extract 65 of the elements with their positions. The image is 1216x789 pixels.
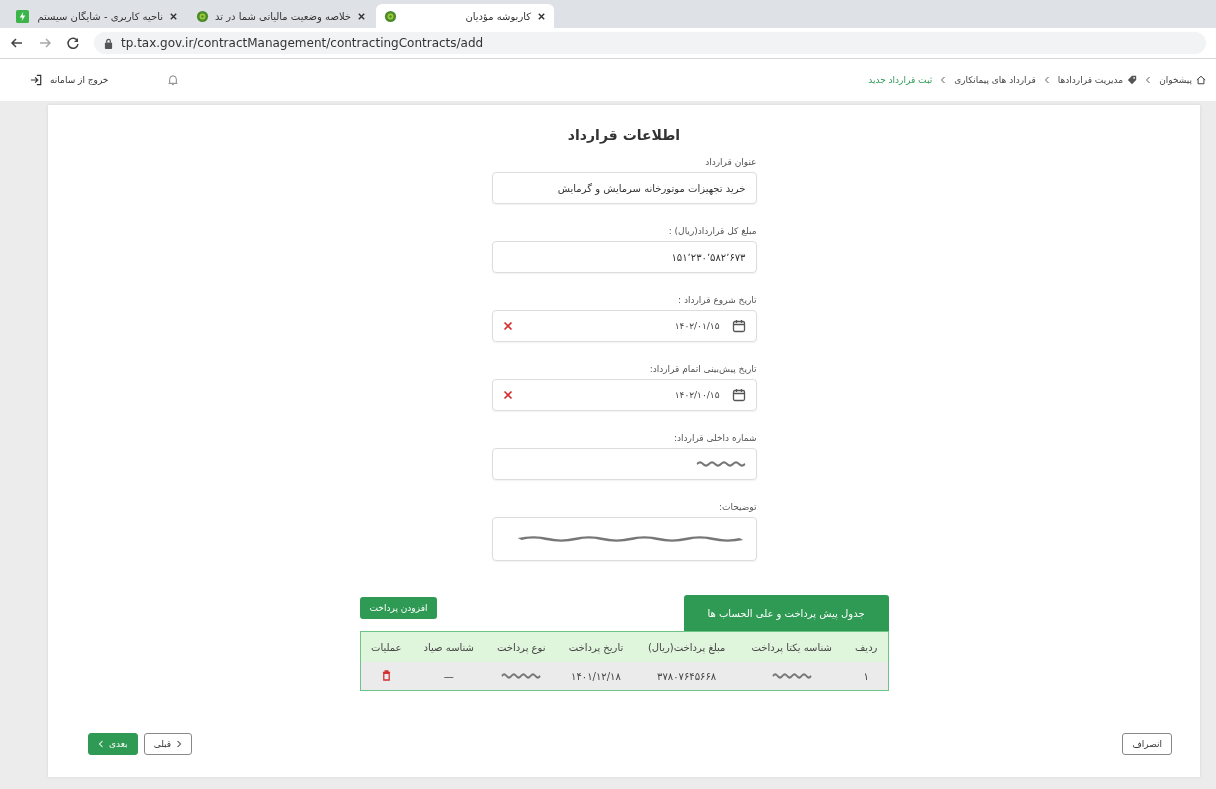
next-button[interactable]: بعدی	[88, 733, 138, 755]
table-cell: ۱	[863, 670, 869, 682]
tab-title: ناحیه کاربری - شایگان سیستم	[36, 10, 163, 22]
logout-link[interactable]: خروج از سامانه	[30, 74, 109, 86]
chevron-icon	[1145, 76, 1152, 84]
column-header: شناسه یکتا پرداخت	[738, 631, 845, 662]
previous-button[interactable]: قبلی	[143, 733, 193, 755]
clear-icon[interactable]	[502, 321, 513, 331]
form-title: اطلاعات قرارداد	[567, 127, 681, 143]
date-field[interactable]: ۱۴۰۲/۰۱/۱۵	[491, 310, 757, 342]
chevron-icon	[1043, 76, 1050, 84]
breadcrumb-link[interactable]: مدیریت قراردادها	[1057, 75, 1138, 85]
bell-icon[interactable]	[168, 74, 179, 86]
chevron-icon	[98, 740, 104, 748]
tab-title: خلاصه وضعیت مالیاتی شما در تد	[215, 10, 352, 22]
address-bar[interactable]: tp.tax.gov.ir/contractManagement/contractingContracts/add	[94, 32, 1206, 54]
input-field[interactable]	[491, 517, 757, 561]
add-payment-button[interactable]: افزودن پرداخت	[359, 597, 438, 619]
field-label: شماره داخلی قرارداد:	[673, 433, 757, 443]
calendar-icon	[731, 388, 746, 402]
close-icon[interactable]	[357, 11, 367, 21]
redacted-scribble	[771, 671, 812, 680]
breadcrumb-link[interactable]: پیشخوان	[1159, 75, 1206, 85]
input-field[interactable]: خرید تجهیزات موتورخانه سرمایش و گرمایش	[491, 172, 757, 204]
column-header: شناسه صیاد	[412, 631, 486, 662]
table-cell: ۱۴۰۱/۱۲/۱۸	[571, 670, 621, 682]
browser-tab[interactable]: ناحیه کاربری - شایگان سیستم	[8, 4, 186, 28]
bolt-icon	[16, 9, 29, 23]
chevron-icon	[940, 76, 947, 84]
calendar-icon	[731, 319, 746, 333]
input-field[interactable]	[491, 448, 757, 480]
browser-tab[interactable]: کاربوشه مؤدیان	[376, 4, 555, 28]
column-header: نوع پرداخت	[485, 631, 557, 662]
clear-icon[interactable]	[502, 390, 513, 400]
table-cell: —	[443, 670, 454, 682]
breadcrumb-link[interactable]: ثبت قرارداد جدید	[868, 75, 933, 85]
cancel-button[interactable]: انصراف	[1122, 733, 1172, 755]
column-header: عملیات	[360, 631, 413, 662]
column-header: مبلغ پرداخت(ریال)	[635, 631, 739, 662]
reload-icon[interactable]	[66, 36, 80, 50]
home-icon	[1196, 75, 1206, 85]
field-label: تاریخ شروع قرارداد :	[677, 295, 757, 305]
field-label: مبلغ کل قرارداد(ریال) :	[667, 226, 757, 236]
trash-icon[interactable]	[381, 669, 391, 681]
chevron-icon	[176, 740, 183, 748]
back-icon[interactable]	[10, 36, 24, 50]
browser-tab[interactable]: خلاصه وضعیت مالیاتی شما در تد	[188, 4, 375, 28]
column-header: تاریخ پرداخت	[556, 631, 635, 662]
redacted-scribble	[501, 671, 542, 680]
close-icon[interactable]	[537, 11, 547, 21]
close-icon[interactable]	[169, 11, 178, 21]
date-field[interactable]: ۱۴۰۲/۱۰/۱۵	[491, 379, 757, 411]
lock-icon	[104, 37, 113, 49]
field-label: توضیحات:	[717, 502, 757, 512]
redacted-scribble	[695, 460, 746, 468]
field-label: عنوان قرارداد	[704, 157, 757, 167]
breadcrumb-link[interactable]: قرارداد های پیمانکاری	[954, 75, 1036, 85]
tag-icon	[1127, 75, 1138, 85]
field-label: تاریخ پیش‌بینی اتمام قرارداد:	[648, 364, 757, 374]
table-cell: ۳۷۸۰۷۶۴۵۶۶۸	[657, 670, 717, 682]
input-field[interactable]: ۱۵۱٬۲۳۰٬۵۸۲٬۶۷۳	[491, 241, 757, 273]
column-header: ردیف	[844, 631, 888, 662]
table-tab[interactable]: جدول پیش پرداخت و علی الحساب ها	[683, 595, 889, 631]
logout-icon	[30, 74, 42, 86]
tab-title: کاربوشه مؤدیان	[464, 10, 532, 22]
